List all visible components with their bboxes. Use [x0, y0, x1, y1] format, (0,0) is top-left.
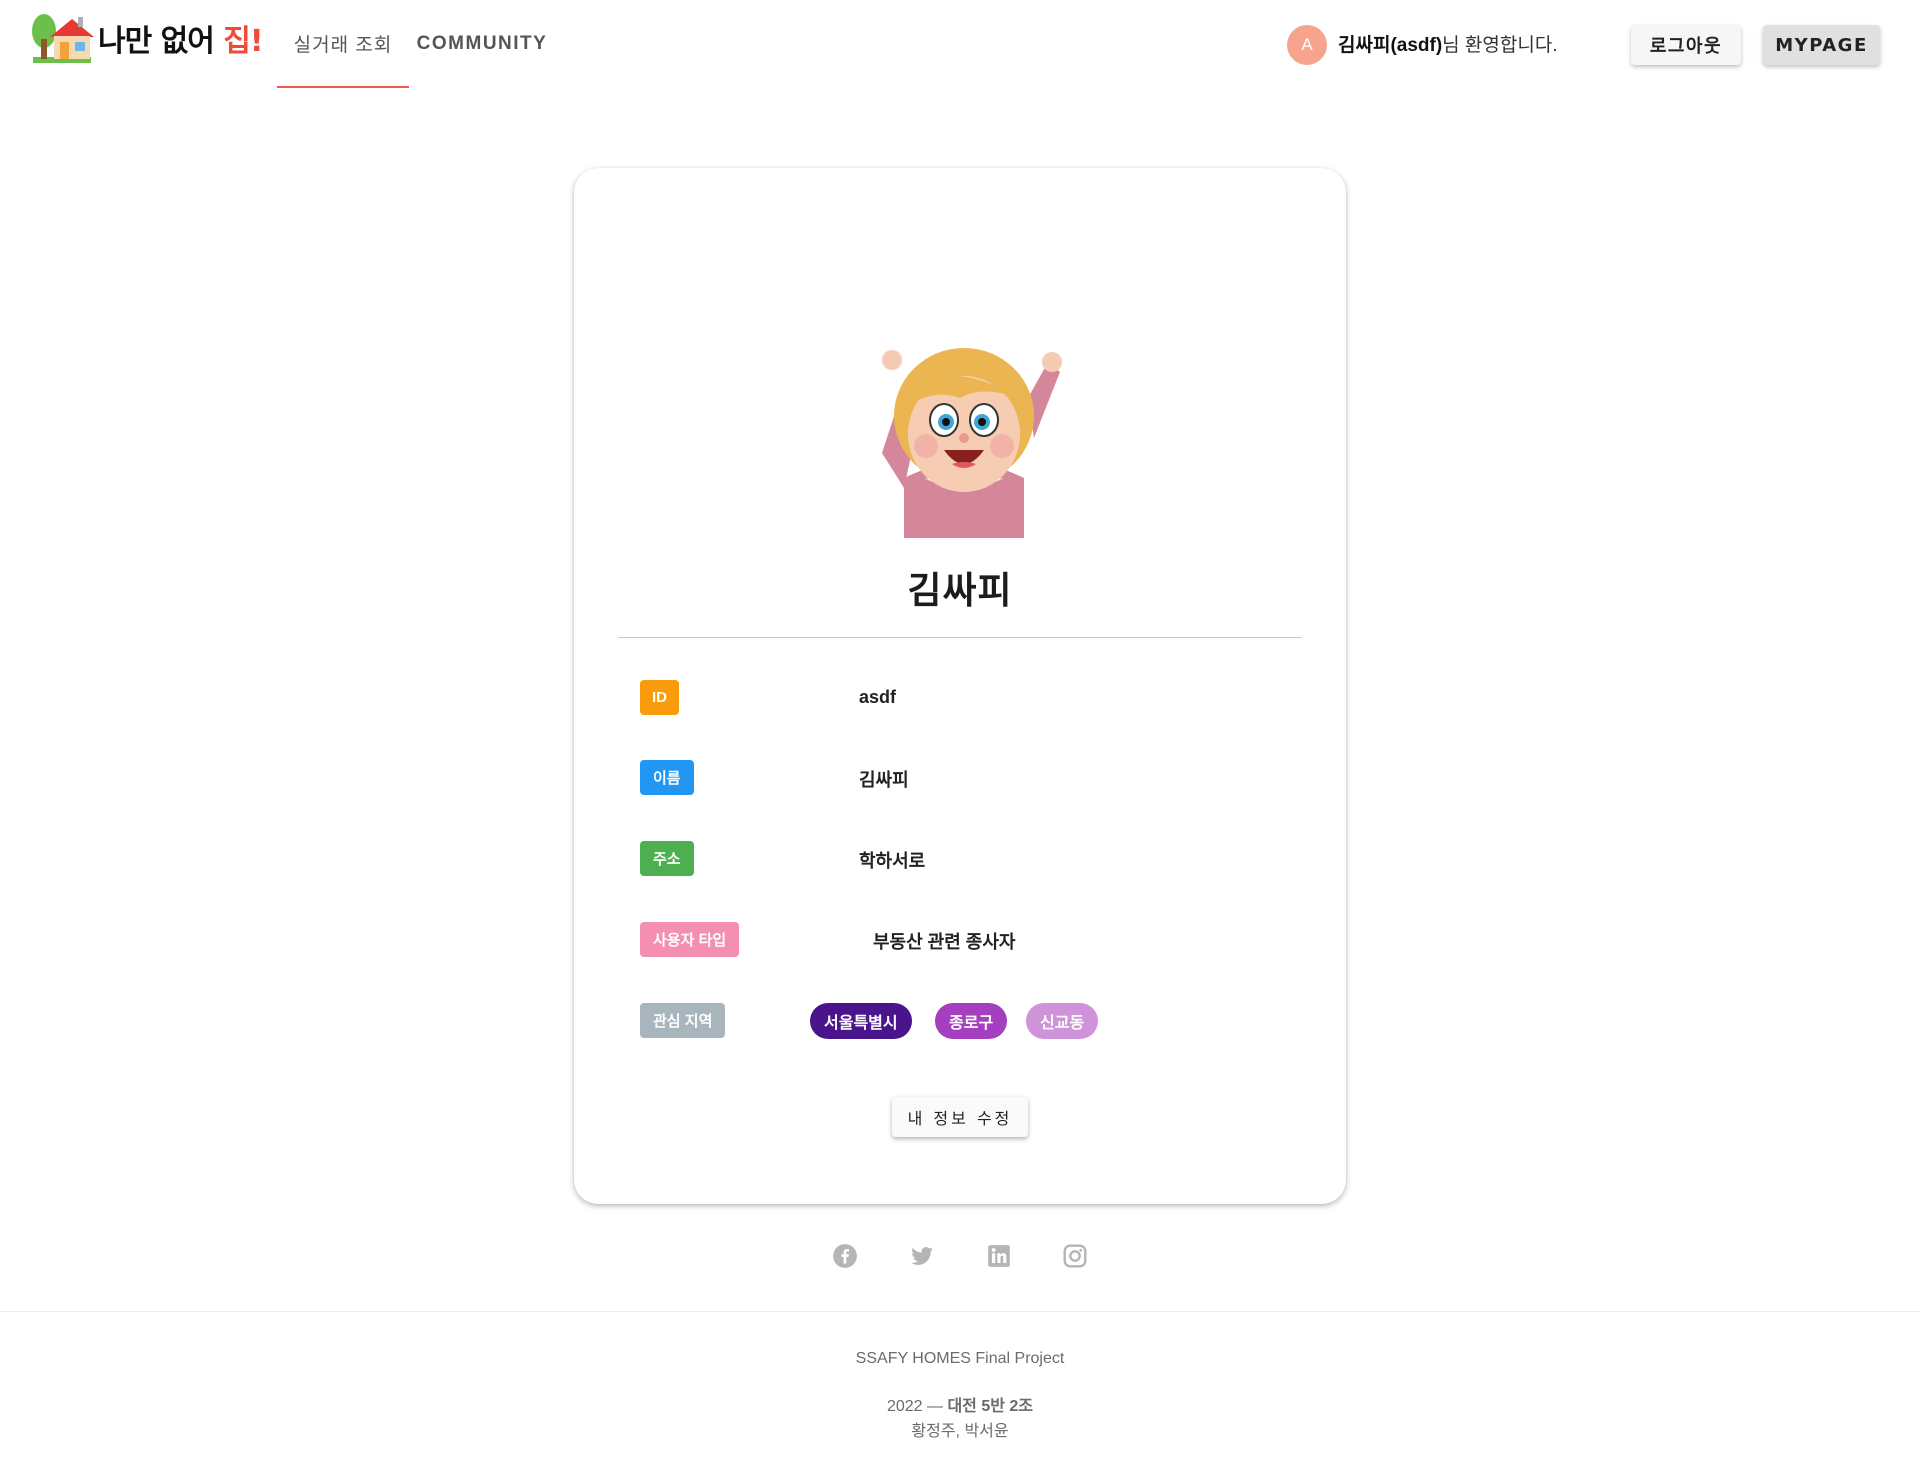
facebook-icon[interactable]	[832, 1243, 858, 1269]
footer-members: 황정주, 박서윤	[911, 1423, 1009, 1440]
region-chip-city[interactable]: 서울특별시	[810, 1003, 912, 1039]
logo-text: 나만 없어 집!	[98, 24, 264, 59]
welcome-user-name: 김싸피(asdf)	[1338, 35, 1443, 56]
edit-profile-button[interactable]: 내 정보 수정	[892, 1097, 1028, 1137]
mypage-button[interactable]: MYPAGE	[1763, 25, 1880, 65]
instagram-icon[interactable]	[1062, 1243, 1088, 1269]
address-value: 학하서로	[859, 851, 926, 871]
profile-card: 김싸피 ID asdf 이름 김싸피 주소 학하서로 사용자 타입 부동산 관련…	[574, 168, 1346, 1204]
id-value: asdf	[859, 687, 897, 707]
name-value: 김싸피	[859, 770, 909, 790]
profile-name: 김싸피	[907, 570, 1013, 611]
house-tree-icon	[32, 14, 94, 63]
interest-region-badge: 관심 지역	[640, 1003, 726, 1038]
footer-year-team: 2022 — 대전 5반 2조	[0, 1392, 1920, 1416]
tab-real-deals[interactable]: 실거래 조회	[277, 0, 409, 88]
linkedin-icon[interactable]	[986, 1243, 1012, 1269]
user-type-value: 부동산 관련 종사자	[873, 932, 1016, 952]
tab-community[interactable]: COMMUNITY	[411, 0, 553, 88]
user-type-badge: 사용자 타입	[640, 922, 740, 957]
region-chip-dong[interactable]: 신교동	[1026, 1003, 1099, 1039]
welcome-suffix: 님 환영합니다.	[1442, 35, 1558, 56]
footer-project: SSAFY HOMES Final Project	[855, 1350, 1065, 1367]
top-navbar: 나만 없어 집! 실거래 조회 COMMUNITY A 김싸피(asdf)님 환…	[0, 0, 1920, 90]
footer-team: 대전 5반 2조	[947, 1398, 1034, 1415]
footer-year: 2022 —	[886, 1398, 948, 1415]
id-badge: ID	[640, 680, 679, 715]
profile-character-image	[882, 348, 1062, 538]
site-logo[interactable]: 나만 없어 집!	[30, 8, 264, 68]
region-chip-district[interactable]: 종로구	[935, 1003, 1008, 1039]
footer-divider	[0, 1311, 1920, 1312]
name-badge: 이름	[640, 760, 694, 795]
twitter-icon[interactable]	[909, 1243, 935, 1269]
divider	[618, 637, 1302, 638]
logout-button[interactable]: 로그아웃	[1631, 25, 1741, 65]
address-badge: 주소	[640, 841, 694, 876]
avatar: A	[1287, 25, 1327, 65]
welcome-message: 김싸피(asdf)님 환영합니다.	[1338, 30, 1558, 57]
